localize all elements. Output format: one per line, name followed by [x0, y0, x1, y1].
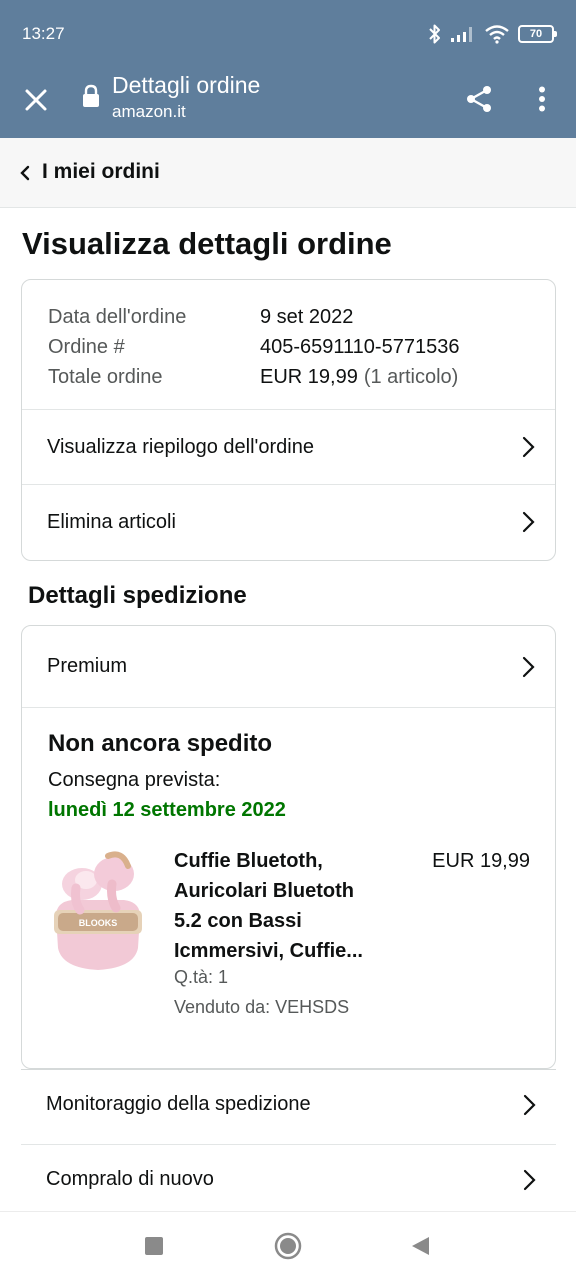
share-button[interactable]	[458, 78, 500, 120]
order-total-label: Totale ordine	[48, 365, 163, 388]
product-title-line: Icmmersivi, Cuffie...	[174, 940, 363, 962]
share-icon	[467, 86, 491, 112]
product-title-link[interactable]: Cuffie Bluetoth, Auricolari Bluetoth 5.2…	[174, 846, 404, 966]
view-order-summary-link[interactable]: Visualizza riepilogo dell'ordine	[22, 409, 555, 484]
view-order-summary-label: Visualizza riepilogo dell'ordine	[47, 435, 314, 458]
order-number-label: Ordine #	[48, 335, 125, 358]
product-price: EUR 19,99	[432, 850, 530, 872]
product-image[interactable]: BLOOKS	[50, 844, 146, 974]
order-total-row: Totale ordine EUR 19,99 (1 articolo)	[48, 362, 459, 392]
recents-icon	[145, 1237, 163, 1255]
home-icon	[274, 1232, 302, 1260]
close-button[interactable]	[16, 80, 56, 120]
close-icon	[25, 89, 47, 111]
page-tab-title: Dettagli ordine	[112, 72, 261, 98]
status-icons: 70	[428, 22, 557, 46]
chevron-right-icon	[522, 511, 535, 533]
battery-icon: 70	[518, 25, 557, 43]
back-to-orders-link[interactable]: I miei ordini	[0, 138, 576, 208]
chevron-left-icon	[20, 165, 30, 181]
track-shipment-link[interactable]: Monitoraggio della spedizione	[21, 1069, 556, 1144]
more-options-button[interactable]	[524, 78, 560, 120]
delete-items-link[interactable]: Elimina articoli	[22, 484, 555, 559]
order-summary: Data dell'ordine 9 set 2022 Ordine # 405…	[48, 302, 459, 392]
order-number-row: Ordine # 405-6591110-5771536	[48, 332, 459, 362]
chevron-right-icon	[523, 1169, 536, 1191]
bluetooth-icon	[429, 24, 440, 44]
page-title: Visualizza dettagli ordine	[22, 226, 392, 261]
product-title-line: Auricolari Bluetoth	[174, 880, 355, 902]
product-quantity: Q.tà: 1	[174, 967, 229, 987]
chevron-right-icon	[523, 1094, 536, 1116]
product-seller: Venduto da: VEHSDS	[174, 997, 350, 1017]
order-number-value: 405-6591110-5771536	[260, 335, 460, 358]
browser-toolbar: Dettagli ordine amazon.it	[0, 66, 576, 138]
delete-items-label: Elimina articoli	[47, 510, 176, 533]
status-bar: 13:27 70	[0, 0, 576, 66]
wifi-icon	[485, 25, 509, 44]
page-url[interactable]: amazon.it	[112, 102, 186, 122]
more-vert-icon	[539, 86, 545, 112]
track-shipment-label: Monitoraggio della spedizione	[46, 1093, 311, 1115]
back-icon	[412, 1237, 429, 1255]
chevron-right-icon	[522, 656, 535, 677]
product-title-line: 5.2 con Bassi	[174, 910, 302, 932]
status-time: 13:27	[22, 24, 65, 43]
expected-delivery-label: Consegna prevista:	[48, 769, 221, 791]
order-date-row: Data dell'ordine 9 set 2022	[48, 302, 459, 332]
signal-icon	[451, 27, 472, 42]
product-image-brand: BLOOKS	[79, 918, 118, 928]
shipment-status: Non ancora spedito	[48, 730, 273, 757]
back-label: I miei ordini	[42, 160, 160, 183]
recents-button[interactable]	[140, 1232, 168, 1260]
home-button[interactable]	[274, 1232, 302, 1260]
system-nav-bar	[0, 1211, 576, 1280]
order-summary-card: Data dell'ordine 9 set 2022 Ordine # 405…	[21, 279, 556, 561]
shipping-method-link[interactable]: Premium	[22, 626, 555, 708]
order-date-value: 9 set 2022	[260, 305, 354, 328]
shipping-section-title: Dettagli spedizione	[28, 582, 247, 609]
battery-level: 70	[529, 28, 543, 40]
product-title-line: Cuffie Bluetoth,	[174, 850, 323, 872]
order-total-value: EUR 19,99	[260, 365, 358, 388]
chevron-right-icon	[522, 436, 535, 458]
buy-again-link[interactable]: Compralo di nuovo	[21, 1144, 556, 1219]
order-item-count: (1 articolo)	[363, 365, 459, 388]
expected-delivery-date: lunedì 12 settembre 2022	[48, 799, 286, 821]
buy-again-label: Compralo di nuovo	[46, 1168, 214, 1190]
lock-icon	[83, 84, 99, 107]
order-date-label: Data dell'ordine	[48, 305, 187, 328]
back-button[interactable]	[406, 1232, 434, 1260]
shipment-card: Premium Non ancora spedito Consegna prev…	[21, 625, 556, 1069]
shipping-method-label: Premium	[47, 655, 128, 677]
